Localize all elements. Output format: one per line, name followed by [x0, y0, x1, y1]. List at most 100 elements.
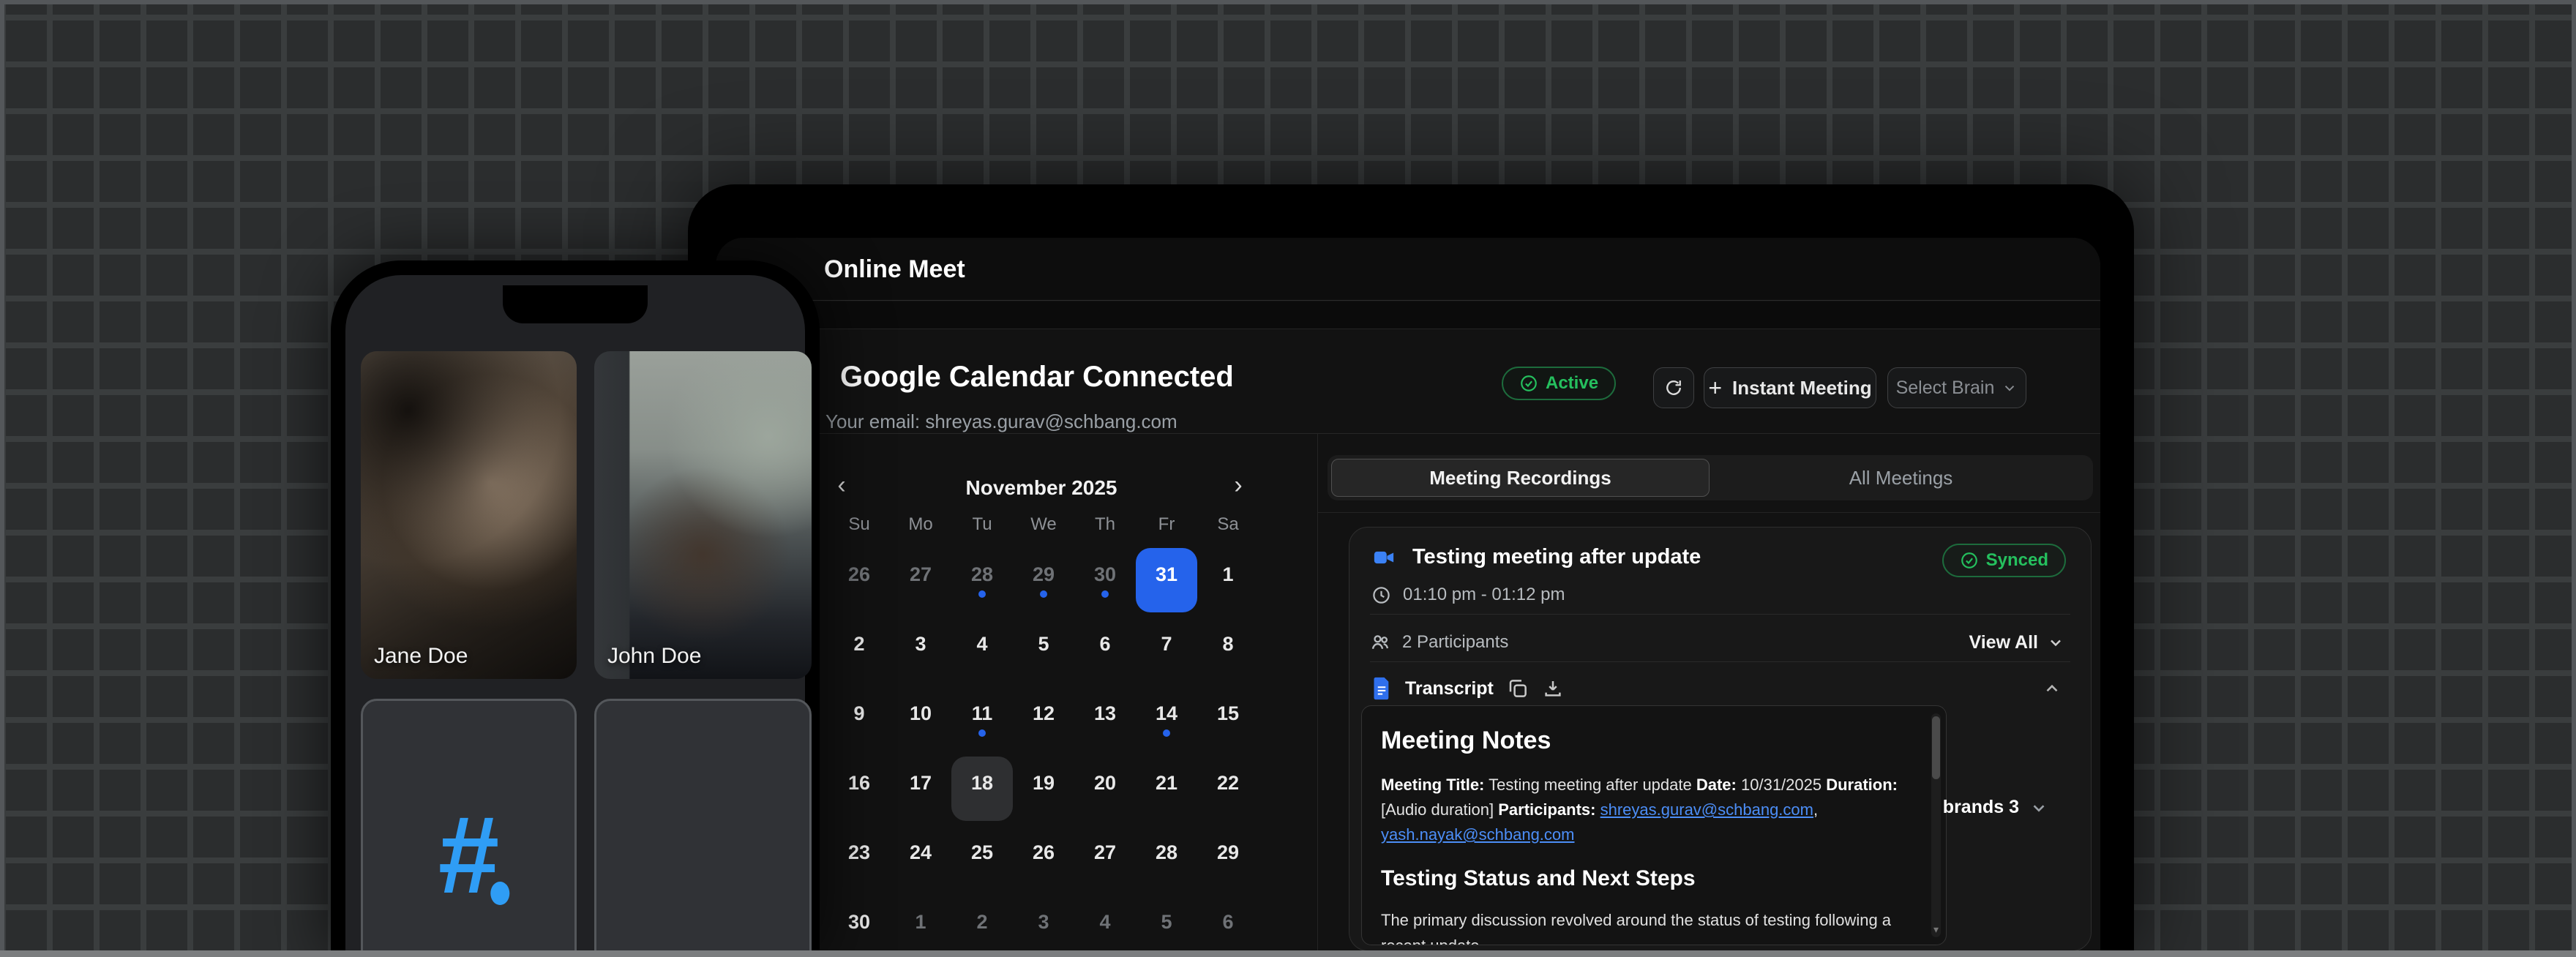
calendar-day[interactable]: 16: [828, 757, 890, 821]
calendar-day[interactable]: 21: [1136, 757, 1197, 821]
calendar-day[interactable]: 9: [828, 687, 890, 751]
meta-label: Date:: [1696, 776, 1737, 794]
user-email-text: Your email: shreyas.gurav@schbang.com: [825, 410, 1177, 433]
calendar-day[interactable]: 3: [890, 618, 951, 682]
tablet-device: Online Meet Google Calendar Connected Ac…: [688, 184, 2134, 957]
plus-icon: +: [1708, 375, 1722, 402]
event-dot: [978, 729, 986, 737]
bottom-edge-strip: [0, 950, 2576, 957]
calendar-day[interactable]: 30: [828, 896, 890, 957]
card-divider: [1370, 661, 2070, 662]
calendar-day[interactable]: 19: [1013, 757, 1074, 821]
scroll-down-arrow[interactable]: ▾: [1932, 923, 1940, 936]
calendar-day[interactable]: 30: [1074, 548, 1136, 612]
select-brain-dropdown[interactable]: Select Brain: [1887, 367, 2026, 408]
calendar-day-selected[interactable]: 31: [1136, 548, 1197, 612]
calendar-day[interactable]: 10: [890, 687, 951, 751]
brands-label: brands 3: [1943, 797, 2019, 818]
calendar-day[interactable]: 1: [890, 896, 951, 957]
calendar-day[interactable]: 26: [828, 548, 890, 612]
notes-body-line: The primary discussion revolved around t…: [1381, 907, 1905, 945]
header-divider: [716, 433, 2100, 434]
calendar-day[interactable]: 14: [1136, 687, 1197, 751]
calendar-prev-button[interactable]: ‹: [825, 469, 858, 501]
check-circle-icon: [1519, 374, 1538, 393]
calendar-day[interactable]: 29: [1013, 548, 1074, 612]
calendar-day[interactable]: 17: [890, 757, 951, 821]
calendar-day[interactable]: 12: [1013, 687, 1074, 751]
video-tile-logo: #: [361, 699, 577, 957]
separator: ,: [1813, 800, 1818, 819]
participant-email-link[interactable]: yash.nayak@schbang.com: [1381, 825, 1574, 844]
copy-icon[interactable]: [1507, 678, 1529, 699]
tab-meeting-recordings[interactable]: Meeting Recordings: [1331, 459, 1710, 497]
active-status-label: Active: [1546, 373, 1598, 394]
calendar-day[interactable]: 5: [1013, 618, 1074, 682]
instant-meeting-button[interactable]: + Instant Meeting: [1704, 367, 1876, 408]
calendar-day[interactable]: 23: [828, 826, 890, 890]
meta-value: [Audio duration]: [1381, 800, 1494, 819]
participants-summary: 2 Participants: [1402, 632, 1508, 653]
calendar-weekday-row: Su Mo Tu We Th Fr Sa: [828, 514, 1259, 535]
weekday-label: Th: [1074, 514, 1136, 535]
transcript-label: Transcript: [1405, 678, 1494, 699]
refresh-button[interactable]: [1653, 367, 1694, 408]
participants-icon: [1370, 632, 1390, 653]
transcript-scrollbar[interactable]: ▾: [1931, 713, 1941, 937]
calendar-day[interactable]: 3: [1013, 896, 1074, 957]
chevron-up-icon[interactable]: [2043, 679, 2062, 698]
meeting-title: Testing meeting after update: [1412, 545, 1701, 569]
phone-notch: [503, 285, 648, 323]
participant-name-label: Jane Doe: [374, 644, 468, 669]
participant-name-label: John Doe: [607, 644, 701, 669]
calendar-day[interactable]: 28: [1136, 826, 1197, 890]
scrollbar-thumb[interactable]: [1932, 716, 1940, 779]
event-dot: [1040, 590, 1047, 598]
calendar-day[interactable]: 7: [1136, 618, 1197, 682]
calendar-day[interactable]: 13: [1074, 687, 1136, 751]
calendar-day[interactable]: 22: [1197, 757, 1259, 821]
meta-label: Meeting Title:: [1381, 776, 1484, 794]
calendar-day[interactable]: 26: [1013, 826, 1074, 890]
meta-value: 10/31/2025: [1741, 776, 1821, 794]
participant-email-link[interactable]: shreyas.gurav@schbang.com: [1600, 800, 1813, 819]
calendar-day[interactable]: 4: [1074, 896, 1136, 957]
calendar-day[interactable]: 2: [828, 618, 890, 682]
active-status-badge: Active: [1502, 367, 1616, 400]
meeting-time: 01:10 pm - 01:12 pm: [1403, 585, 1565, 605]
weekday-label: We: [1013, 514, 1074, 535]
weekday-label: Tu: [951, 514, 1013, 535]
calendar-day[interactable]: 28: [951, 548, 1013, 612]
calendar-day[interactable]: 25: [951, 826, 1013, 890]
download-icon[interactable]: [1542, 678, 1564, 699]
event-dot: [978, 590, 986, 598]
calendar-day[interactable]: 11: [951, 687, 1013, 751]
calendar-day[interactable]: 1: [1197, 548, 1259, 612]
meeting-card: Testing meeting after update Synced 01:1…: [1349, 527, 2092, 951]
calendar-day[interactable]: 15: [1197, 687, 1259, 751]
calendar-day[interactable]: 27: [890, 548, 951, 612]
calendar-day[interactable]: 6: [1074, 618, 1136, 682]
calendar-day[interactable]: 4: [951, 618, 1013, 682]
calendar-day[interactable]: 6: [1197, 896, 1259, 957]
video-tile-john: John Doe: [594, 351, 812, 679]
calendar-day-today[interactable]: 18: [951, 757, 1013, 821]
calendar-day[interactable]: 27: [1074, 826, 1136, 890]
notes-title: Meeting Notes: [1381, 727, 1905, 755]
tab-all-meetings[interactable]: All Meetings: [1712, 459, 2089, 497]
calendar-day[interactable]: 29: [1197, 826, 1259, 890]
calendar-day[interactable]: 24: [890, 826, 951, 890]
transcript-panel[interactable]: Meeting Notes Meeting Title: Testing mee…: [1361, 705, 1947, 945]
calendar-day[interactable]: 20: [1074, 757, 1136, 821]
calendar-day[interactable]: 2: [951, 896, 1013, 957]
calendar-day[interactable]: 5: [1136, 896, 1197, 957]
view-all-button[interactable]: View All: [1969, 632, 2064, 653]
card-divider: [1370, 614, 2070, 615]
calendar-next-button[interactable]: ›: [1222, 469, 1254, 501]
tab-bar-divider: [1318, 512, 2100, 513]
video-tile-empty: [594, 699, 812, 957]
brands-dropdown[interactable]: brands 3: [1943, 797, 2048, 818]
app-title: Online Meet: [824, 238, 965, 301]
calendar-day[interactable]: 8: [1197, 618, 1259, 682]
weekday-label: Mo: [890, 514, 951, 535]
